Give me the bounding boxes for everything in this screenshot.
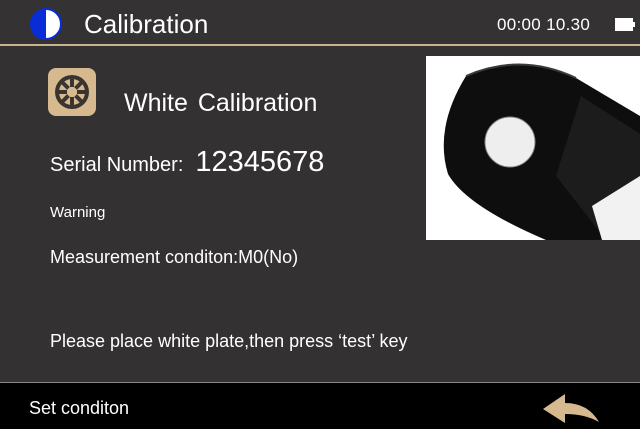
instruction-text: Please place white plate,then press ‘tes… [50,331,408,351]
battery-icon [615,18,635,31]
calibration-gear-icon [48,68,96,116]
set-condition-button[interactable]: Set conditon [29,397,129,419]
serial-number-row: Serial Number: 12345678 [50,144,324,185]
serial-number-label: Serial Number: [50,154,184,176]
white-plate-photo [426,56,640,240]
back-arrow-icon[interactable] [540,392,602,424]
warning-text: Warning [50,204,106,221]
page-title: Calibration [84,9,209,39]
title-bar: Calibration 00:00 10.30 [0,0,640,46]
half-circle-icon [30,8,62,40]
clock-readout: 00:00 10.30 [497,15,591,34]
measurement-condition: Measurement conditon:M0(No) [50,247,299,267]
calibration-heading: White Calibration [124,89,318,117]
serial-number-value: 12345678 [195,146,325,178]
bottom-bar: Set conditon [0,382,640,429]
